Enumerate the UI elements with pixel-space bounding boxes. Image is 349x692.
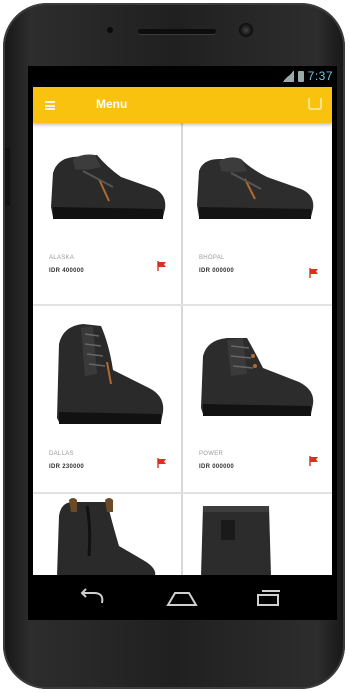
screen: 7:37 Menu ALASKA IDR 400000 BHOPAL IDR 0…: [28, 66, 337, 620]
product-image: [57, 498, 156, 575]
product-card[interactable]: [183, 494, 332, 575]
flag-icon[interactable]: [157, 261, 167, 271]
app-content: Menu ALASKA IDR 400000 BHOPAL IDR 000000…: [33, 87, 332, 575]
flag-icon[interactable]: [309, 456, 319, 466]
status-time: 7:37: [307, 69, 333, 83]
product-price: IDR 230000: [49, 464, 85, 470]
earpiece-speaker: [138, 29, 216, 34]
product-price: IDR 400000: [49, 268, 85, 274]
system-navigation-bar: [28, 575, 337, 620]
proximity-sensor: [107, 27, 113, 33]
recent-apps-icon[interactable]: [252, 587, 284, 609]
product-grid: ALASKA IDR 400000 BHOPAL IDR 000000 DALL…: [33, 123, 332, 575]
flag-icon[interactable]: [157, 458, 167, 468]
hamburger-icon[interactable]: [45, 101, 55, 110]
side-button: [5, 148, 10, 206]
app-title: Menu: [96, 97, 128, 111]
product-price: IDR 000000: [199, 464, 235, 470]
product-card[interactable]: ALASKA IDR 400000: [33, 123, 181, 304]
product-name: DALLAS: [49, 451, 74, 457]
flag-icon[interactable]: [309, 268, 319, 278]
status-bar: 7:37: [28, 66, 337, 87]
app-bar: Menu: [33, 87, 332, 123]
product-card[interactable]: [33, 494, 181, 575]
signal-icon: [281, 70, 294, 82]
product-name: POWER: [199, 451, 224, 457]
product-name: ALASKA: [49, 255, 75, 261]
product-image: [57, 324, 164, 424]
phone-frame: 7:37 Menu ALASKA IDR 400000 BHOPAL IDR 0…: [3, 3, 345, 689]
back-icon[interactable]: [76, 587, 108, 609]
product-image: [201, 338, 314, 416]
product-image: [197, 157, 314, 219]
product-card[interactable]: BHOPAL IDR 000000: [183, 123, 332, 304]
product-card[interactable]: DALLAS IDR 230000: [33, 306, 181, 492]
product-card[interactable]: POWER IDR 000000: [183, 306, 332, 492]
cart-icon[interactable]: [308, 98, 322, 110]
product-name: BHOPAL: [199, 255, 225, 261]
battery-icon: [297, 70, 304, 82]
home-icon[interactable]: [166, 587, 198, 609]
product-price: IDR 000000: [199, 268, 235, 274]
product-image: [201, 506, 271, 575]
front-camera-icon: [239, 23, 253, 37]
product-image: [51, 154, 166, 219]
